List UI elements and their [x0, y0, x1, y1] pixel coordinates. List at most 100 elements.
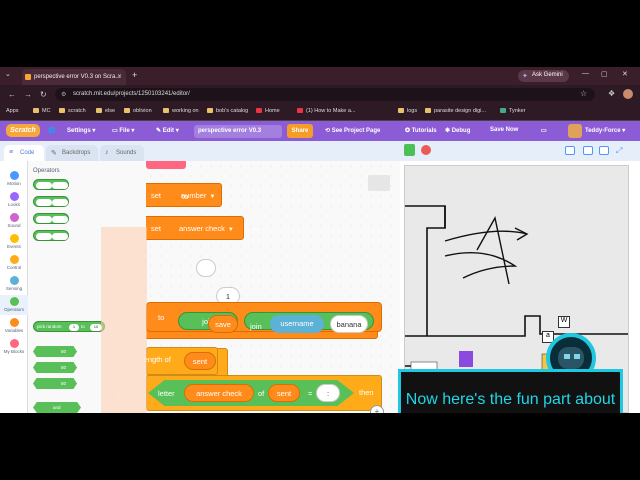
- set-answer-check-block[interactable]: set answer check ▼ to: [146, 216, 259, 240]
- category-looks[interactable]: Looks: [0, 192, 28, 207]
- category-dot: [9, 234, 19, 243]
- bookmark-logs[interactable]: logs: [398, 108, 417, 114]
- input-slot[interactable]: [36, 233, 52, 240]
- scratch-logo[interactable]: Scratch: [6, 124, 40, 137]
- multiply-block[interactable]: [33, 213, 69, 224]
- less-than-block[interactable]: 50: [33, 362, 77, 373]
- bookmark-apps[interactable]: Apps: [6, 108, 19, 114]
- extension-icon[interactable]: ❖: [608, 89, 615, 98]
- bookmark-else[interactable]: else: [96, 108, 115, 114]
- category-variables[interactable]: Variables: [0, 318, 28, 333]
- bookmark-home[interactable]: Home: [256, 108, 280, 114]
- account-avatar[interactable]: [568, 124, 582, 138]
- ask-gemini-button[interactable]: ✦ Ask Gemini: [518, 70, 569, 82]
- equals-block[interactable]: 50: [33, 378, 77, 389]
- settings-menu[interactable]: Settings ▾: [67, 127, 95, 134]
- input-slot[interactable]: [36, 182, 52, 189]
- category-sensing[interactable]: Sensing: [0, 276, 28, 291]
- globe-icon[interactable]: 🌐: [48, 127, 55, 134]
- fullscreen-icon[interactable]: ⤢: [616, 146, 626, 155]
- category-label: Events: [7, 244, 21, 249]
- compare-value[interactable]: 50: [61, 381, 66, 386]
- input-slot[interactable]: [36, 199, 52, 206]
- tab-sounds-label: Sounds: [116, 150, 137, 156]
- new-tab-button[interactable]: +: [132, 70, 137, 80]
- close-window-icon[interactable]: ✕: [622, 70, 628, 78]
- save-variable[interactable]: save: [208, 315, 238, 333]
- stop-icon[interactable]: [421, 145, 431, 155]
- bookmark-working-on[interactable]: working on: [163, 108, 199, 114]
- divide-block[interactable]: [33, 230, 69, 241]
- tab-backdrops[interactable]: ✎ Backdrops: [46, 145, 98, 161]
- bookmark-star-icon[interactable]: ☆: [580, 89, 587, 98]
- greater-than-block[interactable]: 50: [33, 346, 77, 357]
- tab-code[interactable]: ≡ Code: [4, 145, 44, 161]
- bookmark-oblivion[interactable]: oblivion: [124, 108, 152, 114]
- file-menu[interactable]: ▭ File ▾: [112, 127, 134, 134]
- url-field[interactable]: ⚙ scratch.mit.edu/projects/1250103241/ed…: [55, 88, 595, 101]
- subtract-block[interactable]: [33, 196, 69, 207]
- category-motion[interactable]: Motion: [0, 171, 28, 186]
- screen: ⌄ perspective error V0.3 on Scra... ✕ + …: [0, 67, 640, 413]
- category-control[interactable]: Control: [0, 255, 28, 270]
- bookmark-bobs-catalog[interactable]: bob's catalog: [207, 108, 248, 114]
- browser-tab[interactable]: perspective error V0.3 on Scra... ✕: [22, 69, 126, 85]
- bookmark-scratch[interactable]: scratch: [59, 108, 86, 114]
- large-stage-icon[interactable]: [599, 146, 609, 155]
- file-label: File: [119, 128, 130, 134]
- reload-icon[interactable]: ↻: [40, 90, 47, 99]
- account-menu[interactable]: Teddy-Force ▾: [585, 127, 625, 134]
- bookmark-mc[interactable]: MC: [33, 108, 51, 114]
- collapsed-block[interactable]: [368, 175, 390, 191]
- maximize-icon[interactable]: ▢: [601, 70, 608, 78]
- category-dot: [9, 255, 19, 264]
- add-block[interactable]: [33, 179, 69, 190]
- bookmark-parasite[interactable]: parasite design digi...: [425, 108, 486, 114]
- small-stage-icon[interactable]: [583, 146, 593, 155]
- my-stuff-icon[interactable]: ▭: [541, 127, 547, 134]
- and-block[interactable]: and: [33, 402, 81, 413]
- compare-value[interactable]: 50: [61, 349, 66, 354]
- input-slot[interactable]: [52, 182, 68, 189]
- custom-block-hat[interactable]: [146, 161, 186, 169]
- forward-icon[interactable]: →: [24, 90, 32, 99]
- save-now-button[interactable]: Save Now: [490, 127, 518, 133]
- compare-value[interactable]: 50: [61, 365, 66, 370]
- share-button[interactable]: Share: [287, 124, 313, 138]
- bookmark-how-to-make[interactable]: (1) How to Make a...: [297, 108, 356, 114]
- tutorials-button[interactable]: ✪ Tutorials: [405, 127, 437, 134]
- green-flag-icon[interactable]: [404, 144, 415, 156]
- zoom-in-icon[interactable]: +: [370, 405, 384, 413]
- banana-input[interactable]: banana: [330, 315, 368, 333]
- pick-from-input[interactable]: 1: [69, 324, 79, 331]
- input-slot[interactable]: [52, 199, 68, 206]
- edit-menu[interactable]: ✎ Edit ▾: [156, 127, 179, 134]
- see-project-page-button[interactable]: ⟲ See Project Page: [325, 127, 380, 134]
- colon-input[interactable]: :: [316, 384, 340, 402]
- profile-avatar[interactable]: [623, 89, 633, 99]
- debug-button[interactable]: ✱ Debug: [445, 127, 470, 134]
- category-sound[interactable]: Sound: [0, 213, 28, 228]
- input-slot[interactable]: [52, 216, 68, 223]
- input-slot[interactable]: [36, 216, 52, 223]
- username-reporter[interactable]: username: [270, 315, 324, 333]
- variable-dropdown[interactable]: answer check ▼: [179, 224, 234, 233]
- project-title-input[interactable]: perspective error V0.3: [194, 125, 282, 138]
- sent-variable[interactable]: sent: [268, 384, 300, 402]
- close-tab-icon[interactable]: ✕: [117, 73, 122, 80]
- tab-sounds[interactable]: ♪ Sounds: [100, 145, 144, 161]
- to-label: to: [182, 192, 189, 201]
- category-my-blocks[interactable]: My Blocks: [0, 339, 28, 354]
- sent-variable[interactable]: sent: [184, 352, 216, 370]
- category-operators[interactable]: Operators: [0, 295, 28, 315]
- pick-random-block[interactable]: pick random 1 to 10: [33, 321, 105, 332]
- input-slot[interactable]: [52, 233, 68, 240]
- screenshot-icon[interactable]: [565, 146, 575, 155]
- answer-check-variable[interactable]: answer check: [184, 384, 254, 402]
- tab-search-icon[interactable]: ⌄: [5, 70, 11, 78]
- back-icon[interactable]: ←: [8, 90, 16, 99]
- value-input[interactable]: [196, 259, 216, 277]
- bookmark-tynker[interactable]: Tynker: [500, 108, 526, 114]
- minimize-icon[interactable]: —: [582, 70, 589, 77]
- category-events[interactable]: Events: [0, 234, 28, 249]
